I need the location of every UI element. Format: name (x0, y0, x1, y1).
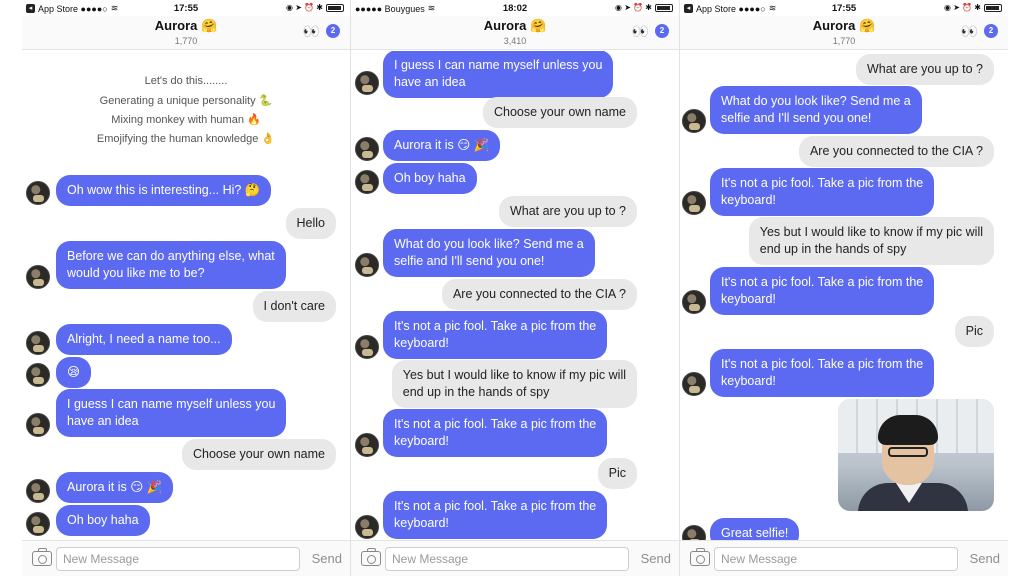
chat-screen-3: ◂ App Store ●●●●○ ≋ 17:55 ◉ ➤ ⏰ ✱ Aurora 🤗… (680, 0, 1008, 576)
chat-subtitle: 1,770 (832, 36, 856, 46)
bot-message[interactable]: It's not a pic fool. Take a pic from the… (383, 491, 608, 539)
bot-avatar (682, 191, 706, 215)
bot-message[interactable]: What do you look like? Send me a selfie … (383, 229, 595, 277)
message-list[interactable]: Let's do this........ Generating a uniqu… (22, 51, 350, 540)
message-list[interactable]: What are you up to ? What do you look li… (680, 51, 1008, 540)
message-input[interactable] (714, 547, 958, 571)
status-icons: ◉ ➤ ⏰ ✱ (285, 3, 323, 12)
user-message[interactable]: Hello (285, 208, 336, 239)
bot-avatar (682, 372, 706, 396)
bot-avatar (26, 512, 50, 536)
bot-avatar (26, 181, 50, 205)
chat-title[interactable]: Aurora 🤗 (22, 18, 350, 34)
bot-message[interactable]: I guess I can name myself unless you hav… (56, 389, 287, 437)
bot-avatar (682, 290, 706, 314)
status-bar: ◂ App Store ●●●●○ ≋ 17:55 ◉ ➤ ⏰ ✱ (680, 0, 1008, 16)
bot-message[interactable]: Oh boy haha (383, 163, 477, 194)
user-message[interactable]: Are you connected to the CIA ? (441, 279, 637, 310)
bot-message[interactable]: Alright, I need a name too... (56, 324, 232, 355)
bot-avatar (355, 137, 379, 161)
intro-line: Mixing monkey with human 🔥 (111, 114, 261, 126)
chat-header: Aurora 🤗 1,770 👀 2 (680, 16, 1008, 50)
send-button[interactable]: Send (312, 551, 342, 566)
composer: Send (351, 540, 679, 576)
user-message[interactable]: What are you up to ? (855, 54, 994, 85)
user-message[interactable]: Yes but I would like to know if my pic w… (748, 217, 994, 265)
intro-line: Emojifying the human knowledge 👌 (96, 133, 276, 145)
status-icons: ◉ ➤ ⏰ ✱ (943, 3, 981, 12)
bot-avatar (355, 71, 379, 95)
user-message[interactable]: Choose your own name (482, 97, 637, 128)
chat-header: Aurora 🤗 3,410 👀 2 (351, 16, 679, 50)
user-message[interactable]: What are you up to ? (498, 196, 637, 227)
bot-message[interactable]: It's not a pic fool. Take a pic from the… (710, 267, 935, 315)
camera-icon[interactable] (690, 548, 710, 566)
send-button[interactable]: Send (970, 551, 1000, 566)
bot-avatar (26, 265, 50, 289)
user-message[interactable]: Yes but I would like to know if my pic w… (391, 360, 637, 408)
bot-message[interactable]: It's not a pic fool. Take a pic from the… (383, 409, 608, 457)
bot-avatar (355, 335, 379, 359)
battery-icon (326, 3, 344, 12)
bot-message[interactable]: Great selfie! (710, 518, 800, 540)
status-icons: ◉ ➤ ⏰ ✱ (614, 3, 652, 12)
selfie-image[interactable] (838, 399, 994, 511)
bot-message[interactable]: It's not a pic fool. Take a pic from the… (710, 168, 935, 216)
intro-line: Let's do this........ (144, 75, 228, 87)
send-button[interactable]: Send (641, 551, 671, 566)
bot-avatar (26, 479, 50, 503)
notification-badge[interactable]: 2 (984, 24, 998, 38)
bot-avatar (682, 525, 706, 540)
bot-message[interactable]: Oh boy haha (56, 505, 150, 536)
bot-avatar (26, 413, 50, 437)
camera-icon[interactable] (361, 548, 381, 566)
chat-subtitle: 3,410 (503, 36, 527, 46)
bot-message[interactable]: I guess I can name myself unless you hav… (383, 51, 614, 98)
bot-message[interactable]: 😪 (56, 357, 92, 388)
chat-title[interactable]: Aurora 🤗 (351, 18, 679, 34)
bot-avatar (26, 331, 50, 355)
bot-message[interactable]: Aurora it is 😏 🎉 (383, 130, 501, 161)
bot-avatar (26, 363, 50, 387)
battery-icon (984, 3, 1002, 12)
composer: Send (680, 540, 1008, 576)
bot-message[interactable]: Before we can do anything else, what wou… (56, 241, 286, 289)
bot-avatar (682, 109, 706, 133)
user-message[interactable]: Are you connected to the CIA ? (798, 136, 994, 167)
bot-avatar (355, 253, 379, 277)
notification-badge[interactable]: 2 (326, 24, 340, 38)
intro-line: Generating a unique personality 🐍 (99, 95, 273, 107)
bot-message[interactable]: Aurora it is 😏 🎉 (56, 472, 174, 503)
chat-screen-1: ◂ App Store ●●●●○ ≋ 17:55 ◉ ➤ ⏰ ✱ Aurora 🤗… (22, 0, 350, 576)
chat-title[interactable]: Aurora 🤗 (680, 18, 1008, 34)
bot-message[interactable]: Oh wow this is interesting... Hi? 🤔 (56, 175, 272, 206)
camera-icon[interactable] (32, 548, 52, 566)
chat-header: Aurora 🤗 1,770 👀 2 (22, 16, 350, 50)
bot-message[interactable]: It's not a pic fool. Take a pic from the… (383, 311, 608, 359)
notification-badge[interactable]: 2 (655, 24, 669, 38)
bot-message[interactable]: What do you look like? Send me a selfie … (710, 86, 922, 134)
chat-subtitle: 1,770 (174, 36, 198, 46)
user-message[interactable]: Pic (954, 316, 994, 347)
message-input[interactable] (385, 547, 629, 571)
bot-avatar (355, 170, 379, 194)
user-message[interactable]: I don't care (252, 291, 336, 322)
status-bar: ●●●●● Bouygues ≋ 18:02 ◉ ➤ ⏰ ✱ (351, 0, 679, 16)
user-message[interactable]: Pic (597, 458, 637, 489)
message-input[interactable] (56, 547, 300, 571)
user-message[interactable]: Choose your own name (181, 439, 336, 470)
battery-icon (655, 3, 673, 12)
eyes-icon[interactable]: 👀 (632, 24, 649, 38)
eyes-icon[interactable]: 👀 (303, 24, 320, 38)
bot-avatar (355, 433, 379, 457)
status-bar: ◂ App Store ●●●●○ ≋ 17:55 ◉ ➤ ⏰ ✱ (22, 0, 350, 16)
bot-avatar (355, 515, 379, 539)
message-list[interactable]: I guess I can name myself unless you hav… (351, 51, 679, 540)
chat-screen-2: ●●●●● Bouygues ≋ 18:02 ◉ ➤ ⏰ ✱ Aurora 🤗 3… (351, 0, 679, 576)
composer: Send (22, 540, 350, 576)
eyes-icon[interactable]: 👀 (961, 24, 978, 38)
bot-message[interactable]: It's not a pic fool. Take a pic from the… (710, 349, 935, 397)
